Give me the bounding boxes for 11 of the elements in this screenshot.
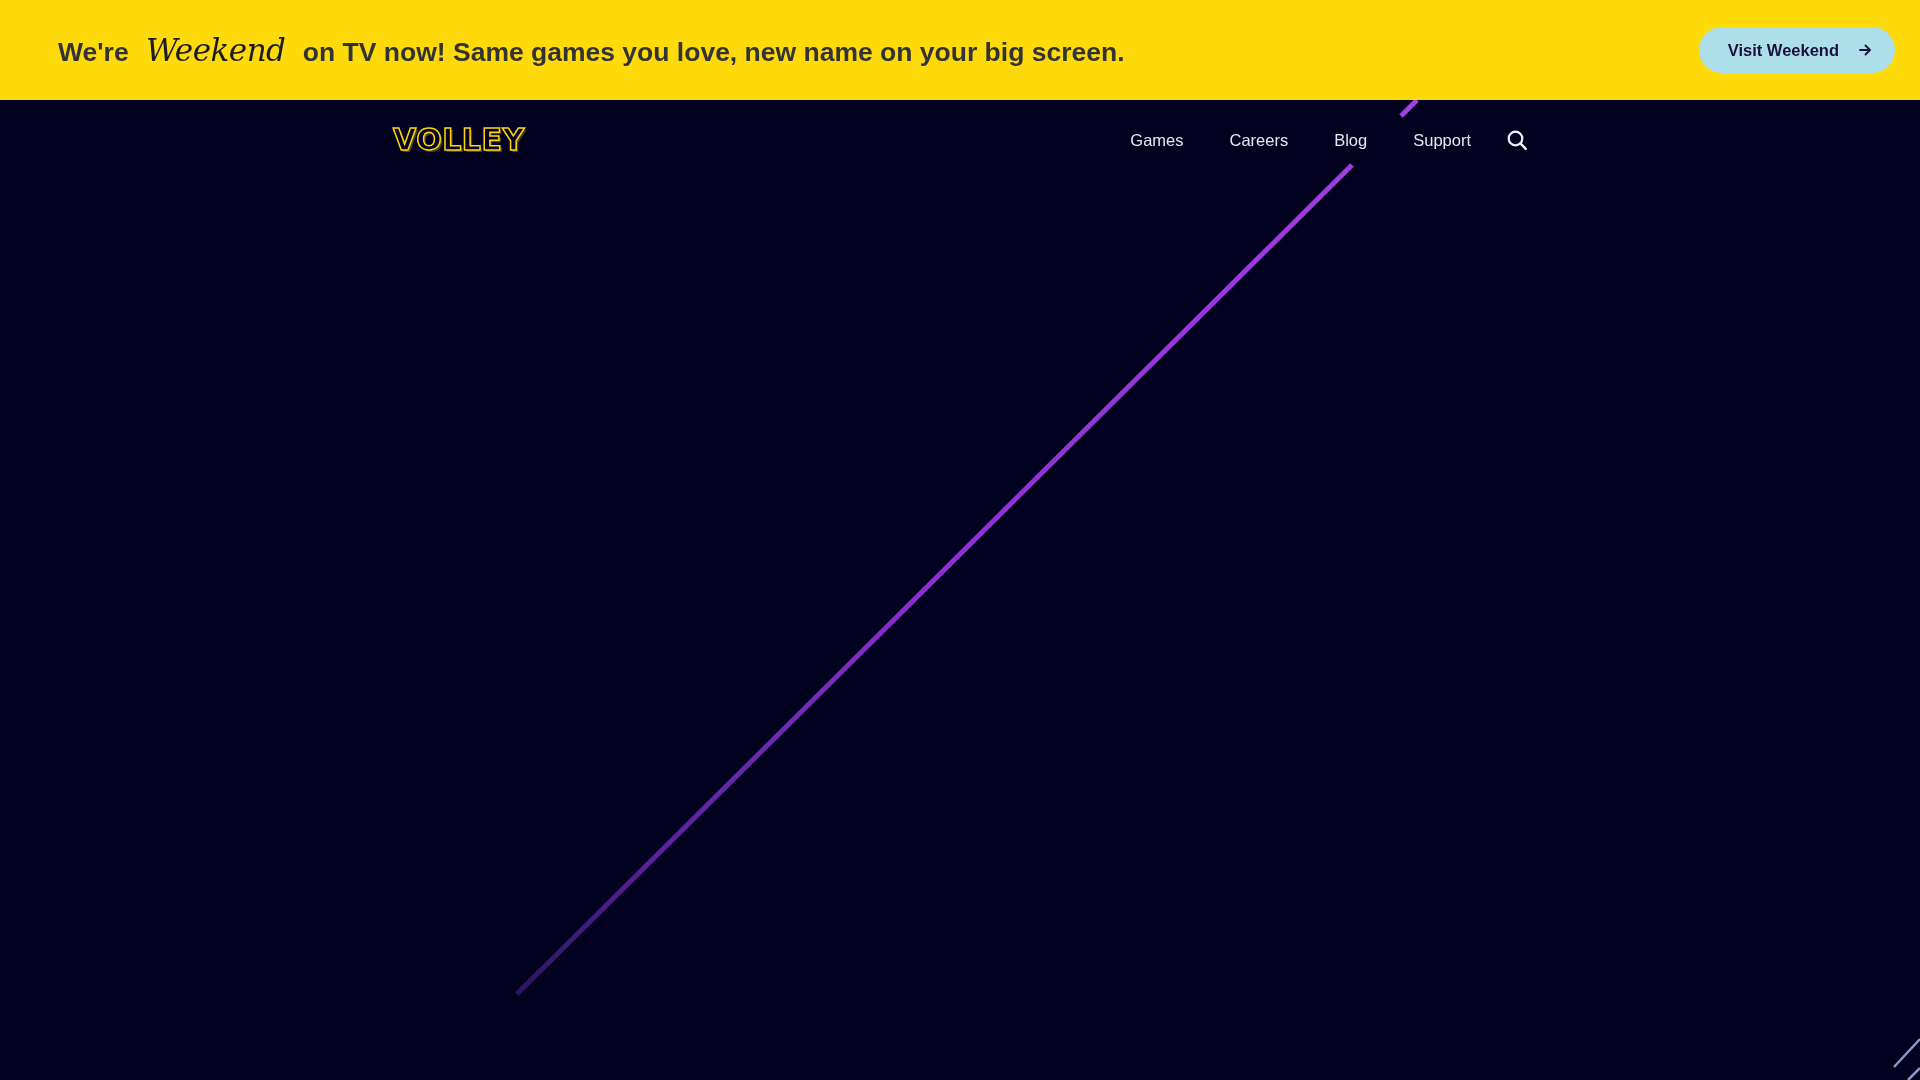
volley-logo[interactable]: VOLLEY — [393, 125, 525, 155]
arrow-icon — [1859, 44, 1871, 56]
search-icon — [1507, 130, 1527, 150]
nav-link[interactable]: Careers — [1229, 130, 1289, 150]
search-button[interactable] — [1507, 130, 1527, 150]
visit-weekend-button[interactable]: Visit Weekend — [1698, 27, 1895, 73]
promo-message: We're Weekend on TV now! Same games you love, new name on your big screen. — [58, 32, 1125, 68]
nav-link[interactable]: Support — [1413, 130, 1471, 150]
nav-link[interactable]: Games — [1130, 130, 1184, 150]
corner-lines — [1892, 1037, 1920, 1080]
nav-link[interactable]: Blog — [1334, 130, 1368, 150]
